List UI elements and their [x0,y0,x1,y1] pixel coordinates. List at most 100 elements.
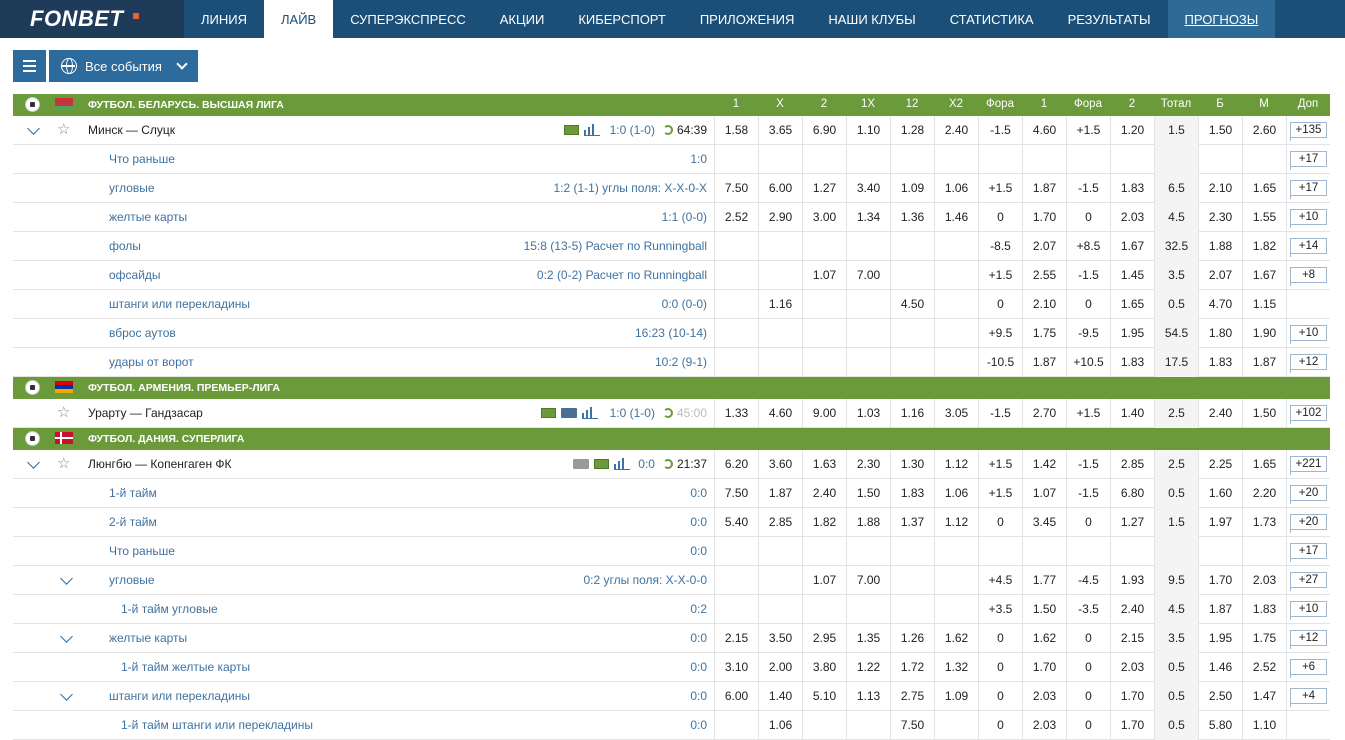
odds-cell[interactable]: 1.88 [1198,232,1242,261]
odds-cell[interactable]: 2.03 [1022,711,1066,740]
tv-icon[interactable] [573,459,589,469]
odds-cell[interactable]: 1.67 [1242,261,1286,290]
odds-cell[interactable]: 7.50 [714,479,758,508]
odds-cell[interactable]: 6.00 [714,682,758,711]
odds-cell[interactable]: 4.60 [1022,116,1066,145]
more-markets-button[interactable]: +10 [1290,601,1327,620]
odds-cell[interactable]: 1.22 [846,653,890,682]
odds-cell[interactable]: 1.87 [758,479,802,508]
odds-cell[interactable]: 2.85 [1110,450,1154,479]
odds-cell[interactable]: 1.75 [1022,319,1066,348]
odds-cell[interactable]: 2.03 [1110,203,1154,232]
odds-cell[interactable]: 1.34 [846,203,890,232]
chevron-down-icon[interactable] [60,630,73,643]
odds-cell[interactable]: 1.87 [1022,174,1066,203]
match-name[interactable]: Люнгбю — Копенгаген ФК [88,450,232,479]
odds-cell[interactable]: 1.42 [1022,450,1066,479]
odds-cell[interactable]: 1.62 [1022,624,1066,653]
odds-cell[interactable]: 1.35 [846,624,890,653]
odds-cell[interactable]: 4.70 [1198,290,1242,319]
field-icon[interactable] [594,459,609,469]
odds-cell[interactable]: 1.83 [1110,174,1154,203]
menu-button[interactable] [13,50,46,82]
odds-cell[interactable]: 1.26 [890,624,934,653]
odds-cell[interactable]: 1.27 [802,174,846,203]
odds-cell[interactable]: 1.07 [802,566,846,595]
favorite-star-icon[interactable]: ☆ [57,122,70,137]
nav-promotions[interactable]: АКЦИИ [483,0,562,38]
odds-cell[interactable]: 1.80 [1198,319,1242,348]
chevron-down-icon[interactable] [27,122,40,135]
more-markets-button[interactable]: +14 [1290,238,1327,257]
odds-cell[interactable]: 1.06 [934,479,978,508]
submarket-name[interactable]: желтые карты [109,203,187,232]
odds-cell[interactable]: 2.55 [1022,261,1066,290]
odds-cell[interactable]: 2.03 [1110,653,1154,682]
submarket-name[interactable]: 1-й тайм угловые [121,595,218,624]
odds-cell[interactable]: 2.40 [934,116,978,145]
odds-cell[interactable]: 9.00 [802,399,846,428]
league-name[interactable]: ФУТБОЛ. ДАНИЯ. СУПЕРЛИГА [88,433,244,445]
odds-cell[interactable]: 6.80 [1110,479,1154,508]
odds-cell[interactable]: 1.09 [890,174,934,203]
nav-statistics[interactable]: СТАТИСТИКА [933,0,1051,38]
stats-icon[interactable] [582,407,598,419]
odds-cell[interactable]: 1.20 [1110,116,1154,145]
odds-cell[interactable]: 2.52 [1242,653,1286,682]
odds-cell[interactable]: 3.45 [1022,508,1066,537]
odds-cell[interactable]: 1.16 [890,399,934,428]
submarket-name[interactable]: штанги или перекладины [109,290,250,319]
odds-cell[interactable]: 3.60 [758,450,802,479]
odds-cell[interactable]: 1.50 [1022,595,1066,624]
more-markets-button[interactable]: +17 [1290,151,1327,170]
nav-results[interactable]: РЕЗУЛЬТАТЫ [1051,0,1168,38]
odds-cell[interactable]: 1.46 [934,203,978,232]
odds-cell[interactable]: 1.65 [1242,174,1286,203]
odds-cell[interactable]: 1.70 [1110,682,1154,711]
odds-cell[interactable]: 1.73 [1242,508,1286,537]
submarket-name[interactable]: угловые [109,566,155,595]
odds-cell[interactable]: 3.00 [802,203,846,232]
odds-cell[interactable]: 1.37 [890,508,934,537]
odds-cell[interactable]: 1.10 [846,116,890,145]
odds-cell[interactable]: 2.30 [1198,203,1242,232]
odds-cell[interactable]: 1.40 [758,682,802,711]
odds-cell[interactable]: 1.50 [1242,399,1286,428]
odds-cell[interactable]: 7.00 [846,261,890,290]
odds-cell[interactable]: 2.52 [714,203,758,232]
all-events-dropdown[interactable]: Все события [49,50,198,82]
submarket-name[interactable]: 1-й тайм желтые карты [121,653,250,682]
more-markets-button[interactable]: +20 [1290,514,1327,533]
odds-cell[interactable]: 2.15 [1110,624,1154,653]
odds-cell[interactable]: 1.87 [1198,595,1242,624]
odds-cell[interactable]: 2.95 [802,624,846,653]
odds-cell[interactable]: 1.82 [802,508,846,537]
odds-cell[interactable]: 1.32 [934,653,978,682]
odds-cell[interactable]: 3.65 [758,116,802,145]
odds-cell[interactable]: 1.45 [1110,261,1154,290]
odds-cell[interactable]: 1.90 [1242,319,1286,348]
odds-cell[interactable]: 2.60 [1242,116,1286,145]
odds-cell[interactable]: 1.33 [714,399,758,428]
nav-superexpress[interactable]: СУПЕРЭКСПРЕСС [333,0,483,38]
odds-cell[interactable]: 2.30 [846,450,890,479]
odds-cell[interactable]: 1.55 [1242,203,1286,232]
field-icon[interactable] [564,125,579,135]
more-markets-button[interactable]: +17 [1290,543,1327,562]
odds-cell[interactable]: 1.13 [846,682,890,711]
odds-cell[interactable]: 1.27 [1110,508,1154,537]
match-name[interactable]: Урарту — Гандзасар [88,399,203,428]
odds-cell[interactable]: 6.20 [714,450,758,479]
field-icon[interactable] [541,408,556,418]
odds-cell[interactable]: 1.06 [758,711,802,740]
odds-cell[interactable]: 2.85 [758,508,802,537]
league-name[interactable]: ФУТБОЛ. АРМЕНИЯ. ПРЕМЬЕР-ЛИГА [88,382,280,394]
odds-cell[interactable]: 3.80 [802,653,846,682]
submarket-name[interactable]: офсайды [109,261,161,290]
odds-cell[interactable]: 1.15 [1242,290,1286,319]
odds-cell[interactable]: 1.67 [1110,232,1154,261]
more-markets-button[interactable]: +8 [1290,267,1327,286]
more-markets-button[interactable]: +135 [1290,122,1327,141]
odds-cell[interactable]: 1.65 [1242,450,1286,479]
more-markets-button[interactable]: +10 [1290,325,1327,344]
